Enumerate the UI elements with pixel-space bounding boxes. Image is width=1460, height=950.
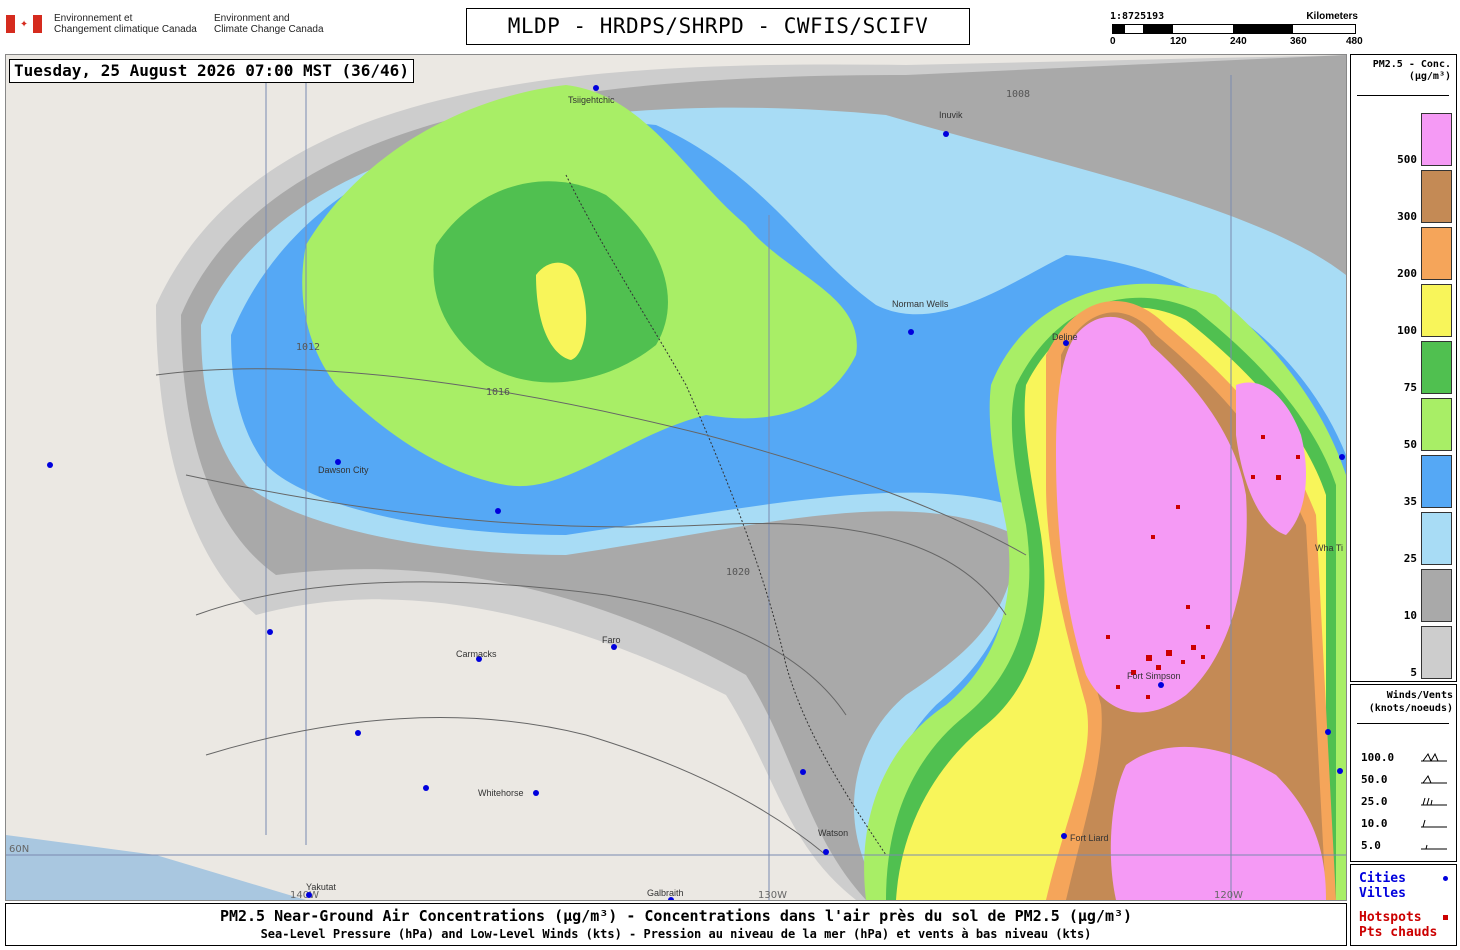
pm25-legend: PM2.5 - Conc. (µg/m³) 500 300 200 100 75 50 35…: [1350, 54, 1457, 682]
wind-barb-icon: [1421, 844, 1447, 850]
legend-bin-label: 200: [1397, 267, 1417, 280]
hotspots-label-fr: Pts chauds: [1359, 925, 1438, 940]
page-title: MLDP - HRDPS/SHRPD - CWFIS/SCIFV: [466, 8, 970, 45]
ocean-area: [6, 835, 306, 900]
scale-bar: 1:8725193 Kilometers 0 120 240 360 480: [1108, 10, 1363, 50]
city-label: Tsiigehtchic: [568, 95, 615, 105]
legend-bin-label: 25: [1403, 552, 1417, 565]
forecast-timestamp: Tuesday, 25 August 2026 07:00 MST (36/46…: [9, 59, 414, 83]
graticule-label: 120W: [1214, 890, 1243, 900]
scale-bar-graphic: [1112, 24, 1356, 34]
city-label: Faro: [602, 635, 621, 645]
legend-title-line1: PM2.5 - Conc.: [1372, 59, 1451, 70]
winds-legend-title: Winds/Vents (knots/noeuds): [1353, 689, 1453, 715]
scale-tick: 0: [1110, 36, 1116, 47]
legend-color-swatch: [1421, 341, 1452, 394]
city-dot-icon: [1443, 876, 1448, 881]
city-label: Galbraith: [647, 888, 684, 898]
wind-speed-label: 50.0: [1361, 773, 1388, 786]
isobar-label: 1008: [1006, 89, 1030, 100]
scale-tick: 360: [1290, 36, 1307, 47]
map-layers: 1008 1012 1016 1020 60N 130W 140W 120W D…: [6, 55, 1346, 900]
city-label: Yakutat: [306, 882, 336, 892]
symbols-legend: Cities Villes Hotspots Pts chauds: [1350, 864, 1457, 946]
scale-tick: 240: [1230, 36, 1247, 47]
winds-title-line2: (knots/noeuds): [1368, 703, 1453, 714]
agency-name-fr: Environnement et Changement climatique C…: [54, 13, 197, 35]
cities-label-en: Cities: [1359, 871, 1406, 886]
legend-color-swatch: [1421, 455, 1452, 508]
legend-bin-label: 75: [1403, 381, 1417, 394]
city-label: Dawson City: [318, 465, 369, 475]
smoke-forecast-map[interactable]: 1008 1012 1016 1020 60N 130W 140W 120W D…: [5, 54, 1347, 901]
wind-barb-icon: [1421, 774, 1447, 784]
wind-row: 25.0: [1359, 795, 1451, 813]
city-label: Deline: [1052, 332, 1078, 342]
scale-ratio: 1:8725193: [1110, 11, 1165, 22]
winds-title-line1: Winds/Vents: [1386, 690, 1453, 701]
city-label: Watson: [818, 828, 848, 838]
caption-line1: PM2.5 Near-Ground Air Concentrations (µg…: [219, 907, 1133, 925]
agency-signature: ✦ Environnement et Changement climatique…: [6, 10, 336, 40]
legend-color-swatch: [1421, 170, 1452, 223]
cities-label-fr: Villes: [1359, 886, 1406, 901]
wind-speed-label: 100.0: [1361, 751, 1395, 764]
wind-row: 100.0: [1359, 751, 1451, 769]
winds-legend: Winds/Vents (knots/noeuds) 100.0 50.0 25…: [1350, 684, 1457, 862]
wind-speed-label: 25.0: [1361, 795, 1388, 808]
city-label: Fort Liard: [1070, 833, 1109, 843]
wind-speed-label: 5.0: [1361, 839, 1381, 852]
legend-bin-label: 35: [1403, 495, 1417, 508]
legend-title-line2: (µg/m³): [1408, 71, 1451, 82]
legend-color-swatch: [1421, 512, 1452, 565]
legend-bin-label: 300: [1397, 210, 1417, 223]
city-label: Norman Wells: [892, 299, 949, 309]
legend-color-swatch: [1421, 113, 1452, 166]
hotspots-label-en: Hotspots: [1359, 910, 1422, 925]
scale-tick: 480: [1346, 36, 1363, 47]
legend-bin-label: 100: [1397, 324, 1417, 337]
wind-barb-icon: [1421, 752, 1447, 762]
city-label: Whitehorse: [478, 788, 524, 798]
hotspot-square-icon: [1443, 915, 1448, 920]
canada-flag-icon: ✦: [6, 15, 42, 33]
graticule-label: 130W: [758, 890, 787, 900]
isobar-label: 1016: [486, 387, 510, 398]
city-label: Inuvik: [939, 110, 963, 120]
legend-bin-label: 500: [1397, 153, 1417, 166]
legend-color-swatch: [1421, 227, 1452, 280]
legend-color-swatch: [1421, 626, 1452, 679]
legend-bin-label: 10: [1403, 609, 1417, 622]
isobar-label: 1012: [296, 342, 320, 353]
isobar-label: 1020: [726, 567, 750, 578]
wind-barb-icon: [1421, 797, 1447, 806]
wind-row: 10.0: [1359, 817, 1451, 835]
caption-line2: Sea-Level Pressure (hPa) and Low-Level W…: [260, 927, 1092, 941]
wind-speed-label: 10.0: [1361, 817, 1388, 830]
wind-barb-icon: [1421, 819, 1447, 828]
city-label: Carmacks: [456, 649, 497, 659]
scale-unit: Kilometers: [1306, 11, 1358, 22]
city-label: Wha Ti: [1315, 543, 1343, 553]
legend-color-swatch: [1421, 284, 1452, 337]
legend-title: PM2.5 - Conc. (µg/m³): [1355, 59, 1451, 83]
legend-bin-label: 50: [1403, 438, 1417, 451]
legend-bin-label: 5: [1410, 666, 1417, 679]
legend-color-swatch: [1421, 398, 1452, 451]
wind-row: 5.0: [1359, 839, 1451, 857]
wind-row: 50.0: [1359, 773, 1451, 791]
city-label: Fort Simpson: [1127, 671, 1181, 681]
map-caption: PM2.5 Near-Ground Air Concentrations (µg…: [5, 903, 1347, 946]
scale-tick: 120: [1170, 36, 1187, 47]
graticule-label: 60N: [9, 844, 29, 855]
agency-name-en: Environment and Climate Change Canada: [214, 13, 324, 35]
legend-color-swatch: [1421, 569, 1452, 622]
